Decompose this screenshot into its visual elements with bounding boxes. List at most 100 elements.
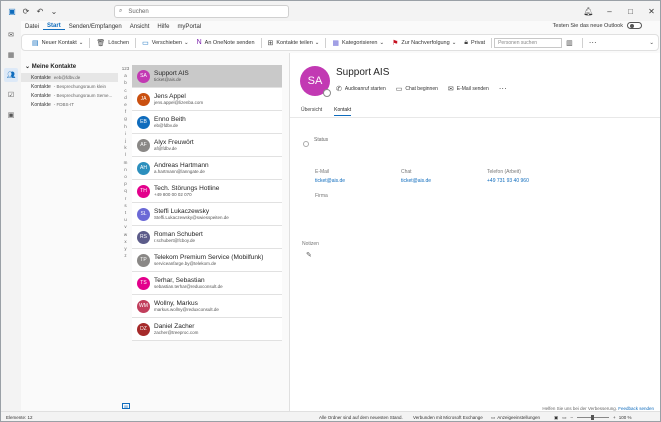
tab-contact[interactable]: Kontakt <box>334 107 352 116</box>
my-contacts-header[interactable]: ⌄ Meine Kontakte <box>21 63 118 70</box>
menu-senden-empfangen[interactable]: Senden/Empfangen <box>65 24 126 30</box>
contact-list-item[interactable]: JA Jens Appel jens.appel@lizenba.com <box>132 88 282 111</box>
alphabet-index-letter[interactable]: b <box>121 79 130 86</box>
menu-ansicht[interactable]: Ansicht <box>126 24 154 30</box>
categorize-button[interactable]: ▦ Kategorisieren ⌄ <box>328 36 388 49</box>
zoom-in-icon[interactable]: + <box>613 415 616 420</box>
alphabet-index-letter[interactable]: h <box>121 123 130 130</box>
move-button[interactable]: ▭ Verschieben ⌄ <box>138 36 193 49</box>
folder-item[interactable]: Kontakte - Besprechungsraum Seme... <box>21 91 118 100</box>
alphabet-index-letter[interactable]: t <box>121 209 130 216</box>
minimize-button[interactable]: – <box>599 7 620 16</box>
tab-overview[interactable]: Übersicht <box>301 107 322 116</box>
reading-view-icon[interactable]: ▭ <box>562 415 566 421</box>
new-outlook-toggle[interactable] <box>627 22 642 29</box>
menu-start[interactable]: Start <box>43 23 65 30</box>
alphabet-index-letter[interactable]: n <box>121 166 130 173</box>
followup-button[interactable]: ⚑ Zur Nachverfolgung ⌄ <box>388 36 460 49</box>
calendar-icon[interactable]: ▦ <box>4 48 18 62</box>
private-button[interactable]: 🔒︎ Privat <box>460 36 489 49</box>
alphabet-index-letter[interactable]: z <box>121 252 130 259</box>
avatar: TS <box>137 276 150 290</box>
zoom-level: 100 % <box>618 415 632 420</box>
zoom-slider[interactable] <box>577 415 610 420</box>
refresh-icon[interactable]: ⟳ <box>19 4 33 18</box>
folder-item[interactable]: Kontakte - Besprechungsraum klein <box>21 82 118 91</box>
normal-view-icon[interactable]: ▣ <box>554 415 558 421</box>
contact-list-item[interactable]: EB Enno Beith eb@fdbv.de <box>132 111 282 134</box>
apps-icon[interactable]: ▣ <box>4 108 18 122</box>
delete-button[interactable]: 🗑︎ Löschen <box>92 36 133 49</box>
share-icon: ⊞ <box>267 39 274 47</box>
onenote-button[interactable]: N An OneNote senden <box>193 36 259 49</box>
alphabet-index-letter[interactable]: a <box>121 72 130 79</box>
alphabet-index-letter[interactable]: e <box>121 101 130 108</box>
more-options-button[interactable]: ··· <box>585 36 601 49</box>
contact-list-item[interactable]: TH Tech. Störungs Hotline +49 800 00 02 07… <box>132 180 282 203</box>
mail-icon[interactable]: ✉ <box>4 28 18 42</box>
collapse-ribbon-button[interactable]: ⌄ <box>645 36 658 49</box>
address-book-icon: ▥ <box>566 39 573 47</box>
chat-button[interactable]: ▭ Chat beginnen <box>396 85 438 93</box>
alphabet-index-letter[interactable]: g <box>121 115 130 122</box>
tasks-icon[interactable]: ☑ <box>4 88 18 102</box>
alphabet-index-letter[interactable]: m <box>121 159 130 166</box>
menu-myportal[interactable]: myPortal <box>173 24 205 30</box>
more-actions-button[interactable]: ··· <box>499 84 507 93</box>
search-people-input[interactable]: Personen suchen <box>494 37 563 48</box>
call-button[interactable]: ✆ Audioanruf starten <box>336 85 386 93</box>
alphabet-index-letter[interactable]: k <box>121 144 130 151</box>
alphabet-index-letter[interactable]: d <box>121 94 130 101</box>
folder-item[interactable]: Kontakte - FDBS-IT <box>21 100 118 109</box>
menu-datei[interactable]: Datei <box>21 24 43 30</box>
contact-list-item[interactable]: SA Support AIS ticket@ais.de <box>132 65 282 88</box>
alphabet-index-letter[interactable]: x <box>121 238 130 245</box>
alphabet-index-letter[interactable]: v <box>121 223 130 230</box>
contact-list-item[interactable]: DZ Daniel Zacher zacher@treeproc.com <box>132 318 282 341</box>
alphabet-index-letter[interactable]: j <box>121 137 130 144</box>
folder-item[interactable]: Kontakte eeb@fdbv.de <box>21 73 118 82</box>
contact-list-item[interactable]: WM Wollny, Markus markus.wollny@reduxconsu… <box>132 295 282 318</box>
zoom-out-icon[interactable]: – <box>571 415 574 420</box>
contact-text: Andreas Hartmann a.hartmann@lanngate.de <box>154 162 209 175</box>
alphabet-index-letter[interactable]: i <box>121 130 130 137</box>
contact-list-item[interactable]: TP Telekom Premium Service (Mobilfunk) ser… <box>132 249 282 272</box>
alphabet-index-letter[interactable]: u <box>121 216 130 223</box>
new-contact-button[interactable]: ▤ Neuer Kontakt ⌄ <box>28 36 87 49</box>
alphabet-index-letter[interactable]: f <box>121 108 130 115</box>
undo-icon[interactable]: ↶ <box>33 4 47 18</box>
search-box[interactable]: ⌕ Suchen <box>114 5 289 18</box>
alphabet-index-letter[interactable]: p <box>121 180 130 187</box>
menu-hilfe[interactable]: Hilfe <box>153 24 173 30</box>
alphabet-index-letter[interactable]: l <box>121 151 130 158</box>
phone-value[interactable]: +49 731 93 40 960 <box>487 178 529 184</box>
edit-pencil-icon[interactable]: ✎ <box>306 251 312 259</box>
display-settings-button[interactable]: ▭ Anzeigeeinstellungen <box>491 415 540 421</box>
close-button[interactable]: ✕ <box>641 7 660 16</box>
alphabet-index-letter[interactable]: w <box>121 231 130 238</box>
chevron-down-icon: ⌄ <box>25 64 32 70</box>
people-view-icon[interactable]: ▤ <box>122 403 130 409</box>
email-button[interactable]: ✉ E-Mail senden <box>448 85 489 93</box>
share-contacts-button[interactable]: ⊞ Kontakte teilen ⌄ <box>264 36 324 49</box>
alphabet-index-letter[interactable]: r <box>121 195 130 202</box>
alphabet-index-letter[interactable]: c <box>121 87 130 94</box>
contact-list-item[interactable]: AH Andreas Hartmann a.hartmann@lanngate.de <box>132 157 282 180</box>
contact-list-item[interactable]: RS Roman Schubert r.schubert@fcboy.de <box>132 226 282 249</box>
quick-access-more-icon[interactable]: ⌄ <box>47 4 61 18</box>
alphabet-index-letter[interactable]: y <box>121 245 130 252</box>
maximize-button[interactable]: □ <box>620 7 641 16</box>
contact-list-item[interactable]: AF Alyx Freuwört af@fdbv.de <box>132 134 282 157</box>
alphabet-index-letter[interactable]: s <box>121 202 130 209</box>
alphabet-index-letter[interactable]: o <box>121 173 130 180</box>
bell-icon[interactable]: 🔔︎ <box>578 7 599 16</box>
contact-list-item[interactable]: TS Terhar, Sebastian sebastian.terhar@redu… <box>132 272 282 295</box>
avatar: EB <box>137 115 150 129</box>
people-icon[interactable]: 👥︎ <box>4 68 18 82</box>
chat-value[interactable]: ticket@ais.de <box>401 178 431 184</box>
alphabet-index-letter[interactable]: q <box>121 187 130 194</box>
contact-list-item[interactable]: SL Steffi Lukaczewsky Steffi.Lukaczewsky@s… <box>132 203 282 226</box>
alphabet-index-letter[interactable]: 123 <box>121 65 130 72</box>
email-value[interactable]: ticket@ais.de <box>315 178 345 184</box>
address-book-button[interactable]: ▥ <box>562 36 580 49</box>
